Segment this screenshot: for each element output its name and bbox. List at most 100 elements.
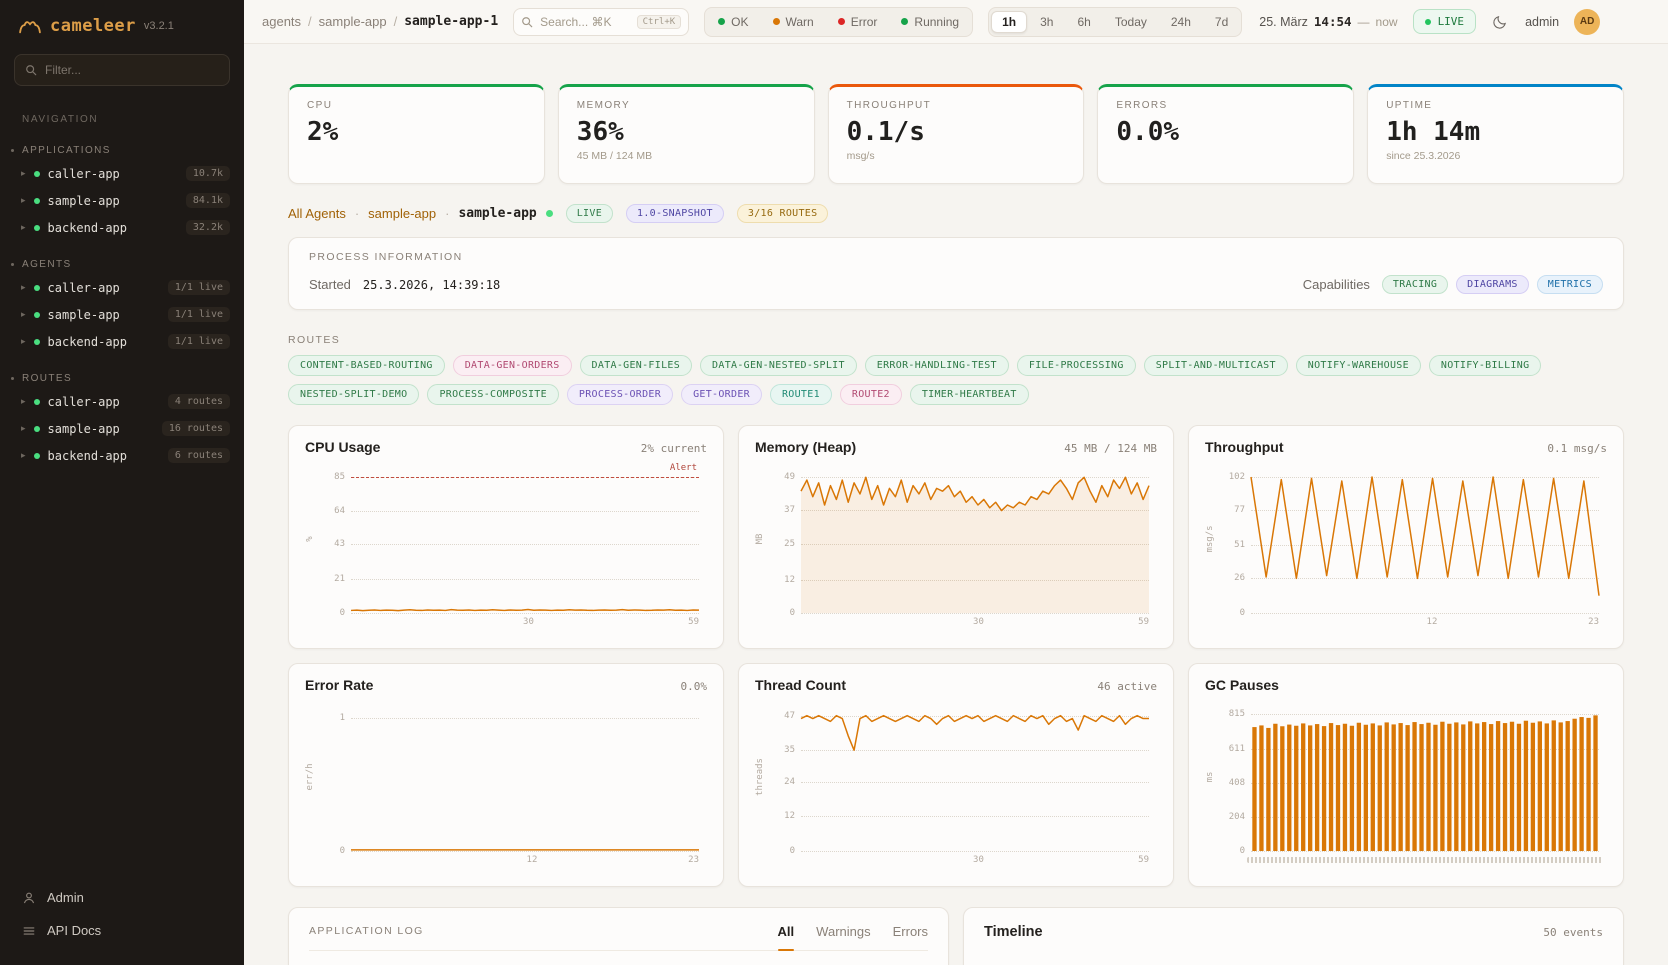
agent-crumb-all-agents[interactable]: All Agents [288, 206, 346, 221]
status-filter-ok[interactable]: OK [707, 11, 759, 33]
time-range-24h[interactable]: 24h [1160, 11, 1202, 33]
status-filter-warn[interactable]: Warn [762, 11, 825, 33]
agent-current-sample-app: sample-app [458, 206, 536, 221]
time-range-1h[interactable]: 1h [991, 11, 1027, 33]
section-header-routes[interactable]: ROUTES [0, 369, 244, 388]
route-pill-nested-split-demo[interactable]: NESTED-SPLIT-DEMO [288, 384, 419, 405]
gridline [801, 851, 1149, 852]
route-pill-get-order[interactable]: GET-ORDER [681, 384, 762, 405]
sidebar-item-agents-caller-app[interactable]: ▸ caller-app 1/1 live [0, 274, 244, 301]
route-pill-route1[interactable]: ROUTE1 [770, 384, 832, 405]
capability-tracing: TRACING [1382, 275, 1448, 294]
y-tick-label: 77 [1215, 505, 1245, 515]
route-pill-file-processing[interactable]: FILE-PROCESSING [1017, 355, 1136, 376]
agent-badge-1-0-snapshot: 1.0-SNAPSHOT [626, 204, 724, 223]
log-tab-all[interactable]: All [778, 924, 795, 951]
section-header-agents[interactable]: AGENTS [0, 255, 244, 274]
sidebar-item-badge: 32.2k [186, 220, 230, 235]
section-header-applications[interactable]: APPLICATIONS [0, 141, 244, 160]
chevron-right-icon: ▸ [21, 223, 26, 232]
sidebar-item-routes-sample-app[interactable]: ▸ sample-app 16 routes [0, 415, 244, 442]
gridline [1251, 613, 1599, 614]
chevron-right-icon: ▸ [21, 337, 26, 346]
section-dot-icon [11, 263, 14, 266]
stat-label: MEMORY [577, 100, 796, 111]
sidebar-item-routes-backend-app[interactable]: ▸ backend-app 6 routes [0, 442, 244, 469]
chart-throughput: Throughput 0.1 msg/s msg/s 0 26 51 77 10… [1188, 425, 1624, 649]
stat-label: CPU [307, 100, 526, 111]
route-pill-data-gen-nested-split[interactable]: DATA-GEN-NESTED-SPLIT [700, 355, 857, 376]
status-filter-running[interactable]: Running [890, 11, 970, 33]
route-pill-error-handling-test[interactable]: ERROR-HANDLING-TEST [865, 355, 1009, 376]
sidebar-item-label: caller-app [48, 281, 120, 295]
sidebar-item-label: caller-app [48, 395, 120, 409]
navigation-label: NAVIGATION [0, 90, 244, 127]
avatar[interactable]: AD [1574, 9, 1600, 35]
breadcrumb-item-sample-app-1[interactable]: sample-app-1 [404, 14, 498, 29]
sidebar-item-routes-caller-app[interactable]: ▸ caller-app 4 routes [0, 388, 244, 415]
global-search[interactable]: Ctrl+K [513, 8, 689, 36]
chart-stat: 0.0% [681, 680, 708, 693]
timeline-card: Timeline 50 events [963, 907, 1624, 965]
status-filter-error[interactable]: Error [827, 11, 889, 33]
route-pill-route2[interactable]: ROUTE2 [840, 384, 902, 405]
route-pill-data-gen-files[interactable]: DATA-GEN-FILES [580, 355, 693, 376]
sidebar-nav: APPLICATIONS ▸ caller-app 10.7k ▸ sample… [0, 127, 244, 469]
breadcrumb-item-agents[interactable]: agents [262, 14, 301, 29]
live-dot [1425, 19, 1431, 25]
route-pill-process-order[interactable]: PROCESS-ORDER [567, 384, 673, 405]
sidebar-item-agents-backend-app[interactable]: ▸ backend-app 1/1 live [0, 328, 244, 355]
y-tick-label: 0 [765, 846, 795, 856]
route-pill-data-gen-orders[interactable]: DATA-GEN-ORDERS [453, 355, 572, 376]
time-range-6h[interactable]: 6h [1066, 11, 1101, 33]
time-range-3h[interactable]: 3h [1029, 11, 1064, 33]
log-tab-errors[interactable]: Errors [893, 924, 928, 951]
sidebar-item-badge: 84.1k [186, 193, 230, 208]
route-pill-split-and-multicast[interactable]: SPLIT-AND-MULTICAST [1144, 355, 1288, 376]
stat-label: THROUGHPUT [847, 100, 1066, 111]
chart-thread-count: Thread Count 46 active threads 0 12 24 3… [738, 663, 1174, 887]
route-pill-timer-heartbeat[interactable]: TIMER-HEARTBEAT [910, 384, 1029, 405]
sidebar-item-agents-sample-app[interactable]: ▸ sample-app 1/1 live [0, 301, 244, 328]
route-pill-notify-billing[interactable]: NOTIFY-BILLING [1429, 355, 1542, 376]
sidebar-item-applications-sample-app[interactable]: ▸ sample-app 84.1k [0, 187, 244, 214]
application-log-card: APPLICATION LOG AllWarningsErrors [288, 907, 949, 965]
sidebar-filter[interactable] [14, 54, 230, 86]
agent-breadcrumb-bar: All Agents·sample-app·sample-appLIVE1.0-… [288, 204, 1624, 223]
sidebar-item-label: backend-app [48, 335, 127, 349]
process-information-card: PROCESS INFORMATION Started 25.3.2026, 1… [288, 237, 1624, 310]
status-dot [34, 171, 40, 177]
chevron-right-icon: ▸ [21, 397, 26, 406]
sidebar-item-applications-caller-app[interactable]: ▸ caller-app 10.7k [0, 160, 244, 187]
time-range-7d[interactable]: 7d [1204, 11, 1239, 33]
log-tab-warnings[interactable]: Warnings [816, 924, 870, 951]
search-input[interactable] [540, 15, 629, 29]
started-label: Started [309, 277, 351, 292]
logo[interactable]: cameleer v3.2.1 [0, 0, 244, 48]
breadcrumb-separator: / [394, 14, 398, 29]
y-tick-label: 85 [315, 472, 345, 482]
sidebar-item-applications-backend-app[interactable]: ▸ backend-app 32.2k [0, 214, 244, 241]
breadcrumb-item-sample-app[interactable]: sample-app [319, 14, 387, 29]
x-tick-label: 12 [527, 855, 538, 865]
status-dot [838, 18, 845, 25]
time-range-today[interactable]: Today [1104, 11, 1158, 33]
section-dot-icon [11, 149, 14, 152]
chevron-right-icon: ▸ [21, 451, 26, 460]
route-pill-content-based-routing[interactable]: CONTENT-BASED-ROUTING [288, 355, 445, 376]
logo-version: v3.2.1 [144, 20, 174, 32]
stat-value: 0.1/s [847, 117, 1066, 147]
chart-plot: ms 0 204 408 611 815 [1205, 699, 1607, 869]
filter-input[interactable] [45, 63, 219, 77]
route-pill-notify-warehouse[interactable]: NOTIFY-WAREHOUSE [1296, 355, 1421, 376]
breadcrumb-separator: / [308, 14, 312, 29]
footer-item-admin[interactable]: Admin [0, 881, 244, 914]
chart-gc-pauses: GC Pauses ms 0 204 408 611 815 [1188, 663, 1624, 887]
route-pill-process-composite[interactable]: PROCESS-COMPOSITE [427, 384, 558, 405]
agent-crumb-sample-app[interactable]: sample-app [368, 206, 436, 221]
footer-item-api-docs[interactable]: API Docs [0, 914, 244, 947]
x-tick-label: 23 [688, 855, 699, 865]
dark-mode-toggle[interactable] [1491, 12, 1510, 31]
live-badge[interactable]: LIVE [1413, 9, 1477, 34]
y-axis-label: ms [1205, 772, 1215, 783]
